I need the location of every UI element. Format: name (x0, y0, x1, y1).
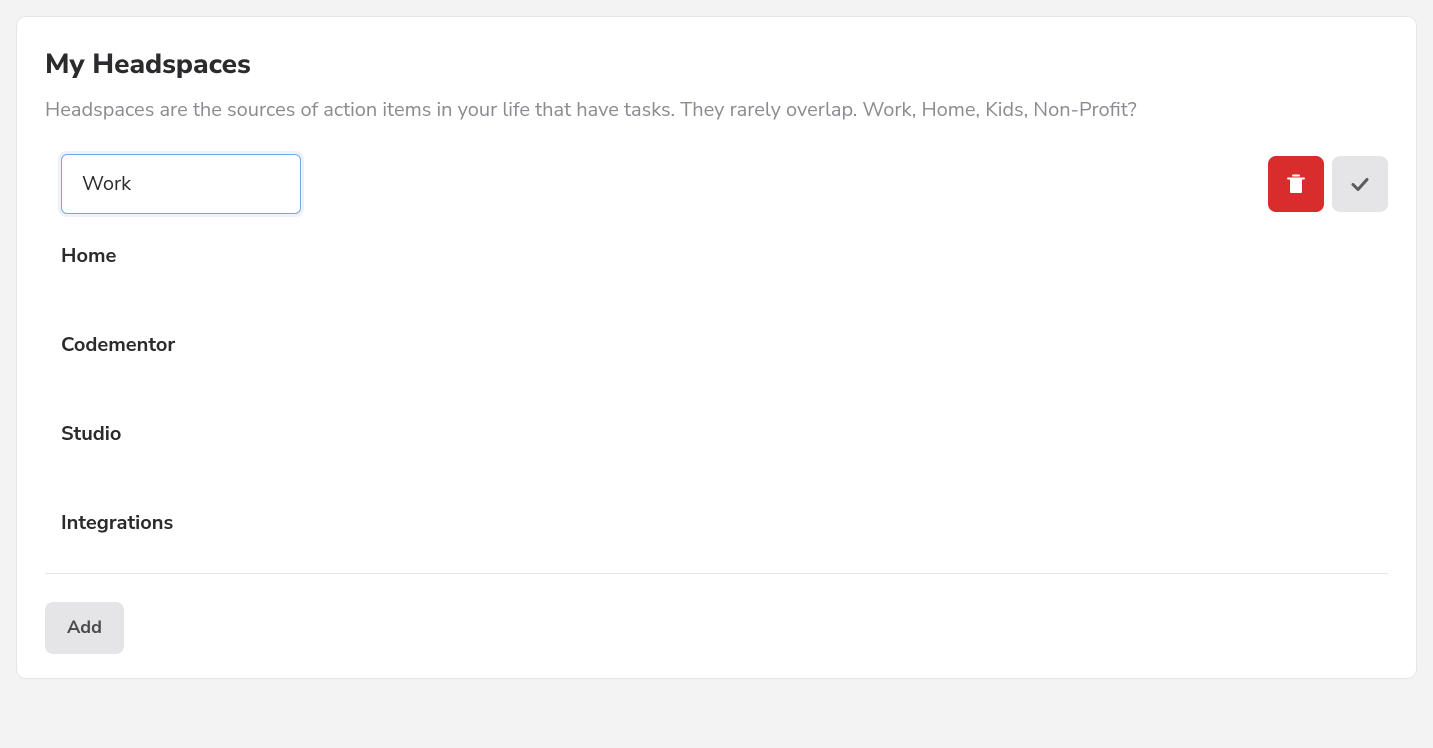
headspace-label: Studio (61, 421, 121, 448)
check-icon (1348, 172, 1372, 196)
headspace-item[interactable]: Codementor (61, 332, 1388, 359)
headspace-item[interactable]: Integrations (61, 510, 1388, 537)
trash-icon (1286, 173, 1306, 195)
card-subtitle: Headspaces are the sources of action ite… (45, 97, 1388, 125)
headspace-item[interactable]: Studio (61, 421, 1388, 448)
edit-actions (1268, 156, 1388, 212)
headspace-label: Integrations (61, 510, 173, 537)
add-button[interactable]: Add (45, 602, 124, 654)
confirm-button[interactable] (1332, 156, 1388, 212)
headspace-label: Home (61, 243, 116, 270)
headspaces-list: Home Codementor Studio Integrations (45, 153, 1388, 537)
card-title: My Headspaces (45, 45, 1388, 83)
delete-button[interactable] (1268, 156, 1324, 212)
headspace-name-input[interactable] (61, 154, 301, 214)
headspace-label: Codementor (61, 332, 175, 359)
divider (45, 573, 1388, 574)
headspaces-card: My Headspaces Headspaces are the sources… (16, 16, 1417, 679)
headspace-item-editing (61, 153, 1388, 215)
headspace-item[interactable]: Home (61, 243, 1388, 270)
